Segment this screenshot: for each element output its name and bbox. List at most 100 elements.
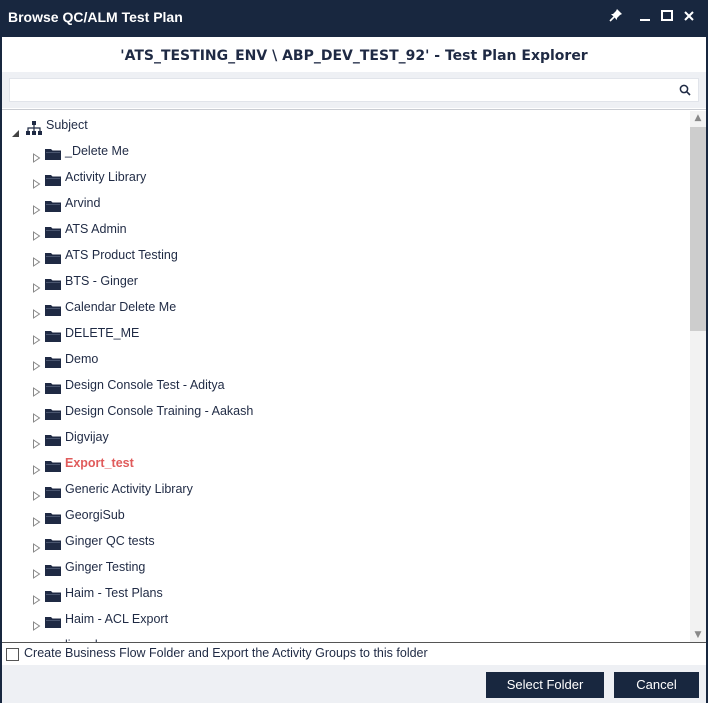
tree-item-label: Digvijay: [65, 430, 109, 444]
tree-item-label: Ginger QC tests: [65, 534, 155, 548]
tree-item[interactable]: Generic Activity Library: [2, 476, 682, 502]
expand-arrow-icon[interactable]: [32, 276, 41, 293]
tree-item-label: Haim - ACL Export: [65, 612, 169, 626]
expand-arrow-icon[interactable]: [32, 250, 41, 267]
tree-item-label: lisrael: [65, 632, 98, 642]
tree-item-label: BTS - Ginger: [65, 274, 138, 288]
expand-arrow-icon[interactable]: [32, 458, 41, 475]
expand-arrow-icon[interactable]: [32, 172, 41, 189]
folder-icon: [44, 534, 62, 550]
create-folder-checkbox[interactable]: [6, 648, 19, 661]
tree-item[interactable]: ATS Admin: [2, 216, 682, 242]
pin-icon[interactable]: [607, 8, 625, 28]
collapse-arrow-icon[interactable]: [11, 121, 20, 137]
expand-arrow-icon[interactable]: [32, 198, 41, 215]
tree-item[interactable]: DELETE_ME: [2, 320, 682, 346]
folder-icon: [44, 508, 62, 524]
tree-item[interactable]: GeorgiSub: [2, 502, 682, 528]
tree-item[interactable]: Haim - ACL Export: [2, 606, 682, 632]
expand-arrow-icon[interactable]: [32, 484, 41, 501]
scroll-down-icon[interactable]: ▼: [690, 628, 706, 642]
tree-item-label: Arvind: [65, 196, 101, 210]
folder-icon: [44, 274, 62, 290]
folder-icon: [44, 352, 62, 368]
folder-icon: [44, 170, 62, 186]
expand-arrow-icon[interactable]: [32, 614, 41, 631]
folder-icon: [44, 248, 62, 264]
expand-arrow-icon[interactable]: [32, 380, 41, 397]
tree-item-label: Demo: [65, 352, 99, 366]
divider: [2, 642, 706, 643]
tree-item[interactable]: Digvijay: [2, 424, 682, 450]
minimize-icon[interactable]: [636, 8, 654, 28]
folder-icon: [44, 404, 62, 420]
folder-icon: [44, 612, 62, 628]
scroll-up-icon[interactable]: ▲: [690, 111, 706, 125]
folder-icon: [44, 456, 62, 472]
tree-item[interactable]: Arvind: [2, 190, 682, 216]
tree-item-label: GeorgiSub: [65, 508, 125, 522]
expand-arrow-icon[interactable]: [32, 224, 41, 241]
tree-item-label: Ginger Testing: [65, 560, 146, 574]
maximize-icon[interactable]: [658, 8, 676, 28]
select-folder-button[interactable]: Select Folder: [486, 672, 604, 698]
tree-root[interactable]: Subject: [2, 112, 682, 138]
tree-item-label: DELETE_ME: [65, 326, 140, 340]
scrollbar-thumb[interactable]: [690, 127, 706, 331]
expand-arrow-icon[interactable]: [32, 302, 41, 319]
tree-item[interactable]: _Delete Me: [2, 138, 682, 164]
cancel-button[interactable]: Cancel: [614, 672, 699, 698]
tree-item-label: Export_test: [65, 456, 134, 470]
divider: [2, 109, 706, 110]
tree-item[interactable]: Ginger QC tests: [2, 528, 682, 554]
expand-arrow-icon[interactable]: [32, 406, 41, 423]
tree-item[interactable]: Activity Library: [2, 164, 682, 190]
vertical-scrollbar[interactable]: ▲ ▼: [690, 111, 706, 642]
window-title: Browse QC/ALM Test Plan: [8, 9, 183, 25]
folder-icon: [44, 560, 62, 576]
tree-item-label: Activity Library: [65, 170, 147, 184]
expand-arrow-icon[interactable]: [32, 328, 41, 345]
close-icon[interactable]: [680, 8, 698, 28]
folder-icon: [44, 430, 62, 446]
tree-item[interactable]: Design Console Test - Aditya: [2, 372, 682, 398]
tree-item-label: Generic Activity Library: [65, 482, 193, 496]
search-icon[interactable]: [678, 82, 692, 96]
tree-item[interactable]: Demo: [2, 346, 682, 372]
tree-item[interactable]: BTS - Ginger: [2, 268, 682, 294]
folder-icon: [44, 222, 62, 238]
expand-arrow-icon[interactable]: [32, 432, 41, 449]
expand-arrow-icon[interactable]: [32, 146, 41, 163]
tree-item-label: _Delete Me: [65, 144, 129, 158]
create-folder-label: Create Business Flow Folder and Export t…: [24, 646, 428, 660]
tree-item[interactable]: lisrael: [2, 632, 682, 642]
window-titlebar: Browse QC/ALM Test Plan: [0, 0, 708, 37]
folder-icon: [44, 326, 62, 342]
folder-icon: [44, 144, 62, 160]
tree-item[interactable]: Ginger Testing: [2, 554, 682, 580]
expand-arrow-icon[interactable]: [32, 562, 41, 579]
hierarchy-icon: [26, 118, 44, 135]
expand-arrow-icon[interactable]: [32, 354, 41, 371]
folder-icon: [44, 196, 62, 212]
tree-item[interactable]: Design Console Training - Aakash: [2, 398, 682, 424]
folder-icon: [44, 482, 62, 498]
search-input[interactable]: [9, 78, 699, 102]
tree-item-label: ATS Product Testing: [65, 248, 178, 262]
explorer-title: 'ATS_TESTING_ENV \ ABP_DEV_TEST_92' - Te…: [120, 48, 588, 64]
tree-item-label: Design Console Training - Aakash: [65, 404, 254, 418]
tree-item-label: ATS Admin: [65, 222, 127, 236]
folder-icon: [44, 300, 62, 316]
expand-arrow-icon[interactable]: [32, 588, 41, 605]
tree-item-label: Calendar Delete Me: [65, 300, 177, 314]
expand-arrow-icon[interactable]: [32, 510, 41, 527]
folder-tree: Subject _Delete Me Activity Library Arvind…: [2, 111, 690, 642]
expand-arrow-icon[interactable]: [32, 536, 41, 553]
tree-item-label: Haim - Test Plans: [65, 586, 163, 600]
tree-item[interactable]: Export_test: [2, 450, 682, 476]
tree-item[interactable]: Calendar Delete Me: [2, 294, 682, 320]
tree-item-label: Design Console Test - Aditya: [65, 378, 225, 392]
tree-item[interactable]: Haim - Test Plans: [2, 580, 682, 606]
tree-item[interactable]: ATS Product Testing: [2, 242, 682, 268]
folder-icon: [44, 586, 62, 602]
